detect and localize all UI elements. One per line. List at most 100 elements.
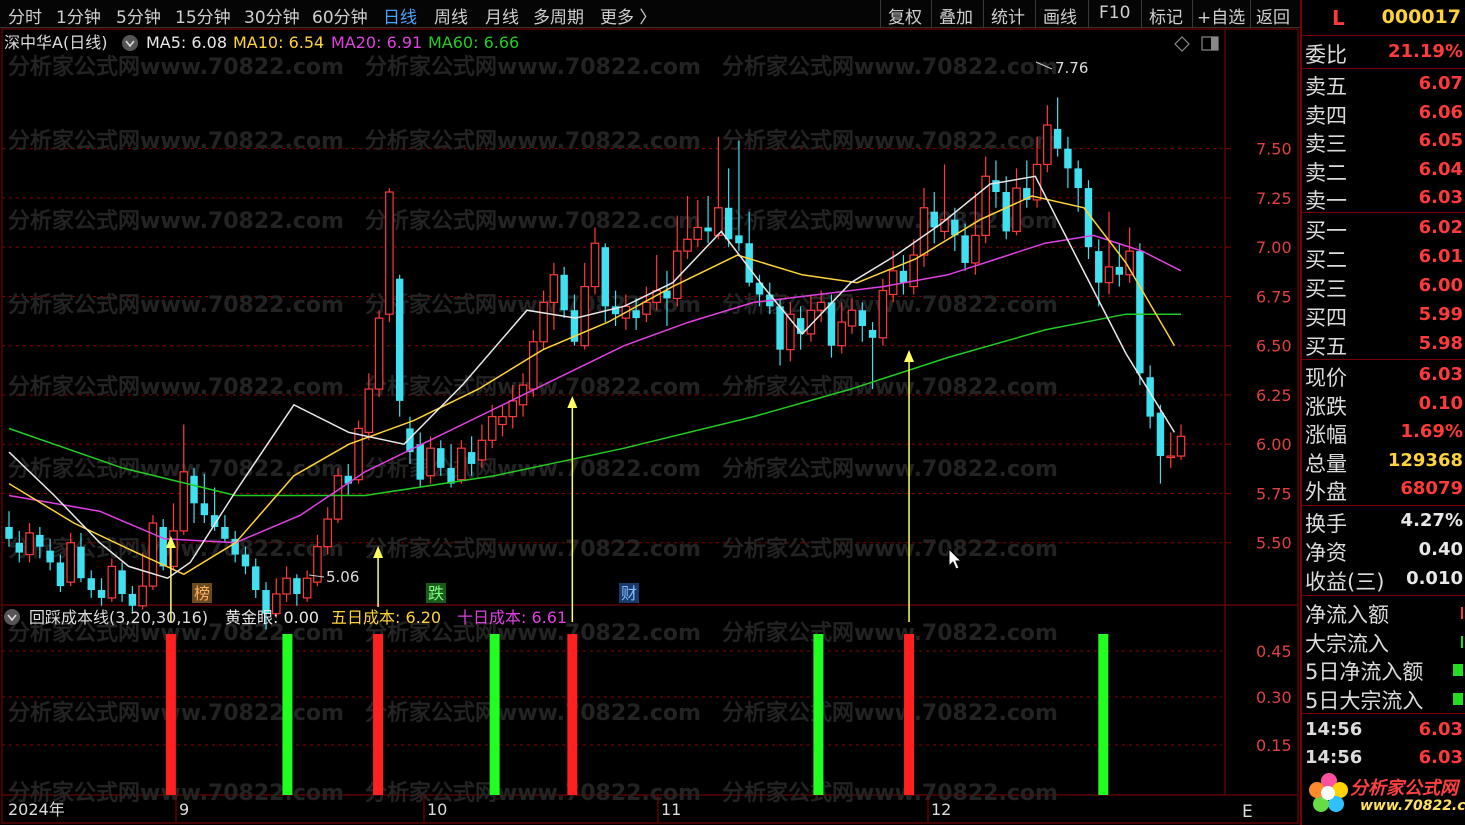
candle-body-down xyxy=(735,235,743,244)
candle-body-down xyxy=(1136,251,1144,374)
stat-label: 收益(三) xyxy=(1305,570,1385,594)
watermark-text: 分析家公式网www.70822.com xyxy=(8,128,344,154)
candle-body-down xyxy=(858,310,866,326)
candle-body-down xyxy=(776,306,784,350)
candle-body-down xyxy=(724,207,733,240)
candle-body-up xyxy=(25,532,34,556)
panel-divider xyxy=(1302,595,1465,596)
stat-row: 换手 4.27% xyxy=(1302,507,1465,536)
time-axis-oct: 10 xyxy=(427,800,447,819)
watermark-text: 分析家公式网www.70822.com xyxy=(365,536,701,562)
candle-body-down xyxy=(241,554,250,567)
candle-body-down xyxy=(395,278,404,401)
signal-bar xyxy=(813,634,824,795)
candle-body-up xyxy=(971,234,980,264)
candle-body-down xyxy=(252,566,260,591)
candle-body-up xyxy=(1032,163,1042,201)
candle-body-up xyxy=(66,542,75,583)
candle-body-down xyxy=(77,546,85,579)
candle-body-down xyxy=(1053,128,1062,149)
time-axis-dec: 12 xyxy=(931,800,951,819)
fund-flow-label: 大宗流入 xyxy=(1305,631,1389,656)
signal-bar xyxy=(567,634,578,795)
candle-body-up xyxy=(364,388,374,433)
buy-order-label: 买二 xyxy=(1305,248,1347,272)
fund-flow-bar xyxy=(1461,607,1463,619)
low-price-label: 5.06 xyxy=(326,568,359,586)
kline-chart[interactable]: 深中华A(日线) MA5: 6.08 MA10: 6.54 MA20: 6.91… xyxy=(0,0,1300,825)
tag-die[interactable]: 跌 xyxy=(426,583,446,603)
indicator-tick-label: 0.15 xyxy=(1256,736,1292,755)
candle-body-down xyxy=(1095,251,1103,283)
tag-cai[interactable]: 财 xyxy=(619,583,639,603)
signal-bar xyxy=(904,634,915,795)
tag-bang-text: 榜 xyxy=(194,584,210,603)
sell-order-row: 卖三 6.05 xyxy=(1302,127,1465,156)
panel-divider xyxy=(1302,68,1465,69)
watermark-text: 分析家公式网www.70822.com xyxy=(8,456,344,482)
indicator-tick-label: 0.30 xyxy=(1256,688,1292,707)
watermark-text: 分析家公式网www.70822.com xyxy=(8,208,344,234)
buy-order-label: 买三 xyxy=(1305,277,1347,301)
buy-order-value: 6.02 xyxy=(1418,217,1463,238)
quote-label: 外盘 xyxy=(1305,480,1347,505)
buy-order-label: 买四 xyxy=(1305,306,1347,330)
candle-body-up xyxy=(1176,435,1186,457)
candle-body-up xyxy=(302,577,312,599)
watermark-text: 分析家公式网www.70822.com xyxy=(722,536,1058,562)
quote-panel: L 000017 委比 21.19% 卖五 6.07 卖四 6.06 卖三 6.05 卖二 6… xyxy=(1300,0,1465,825)
watermark-text: 分析家公式网www.70822.com xyxy=(722,456,1058,482)
quote-value: 129368 xyxy=(1387,449,1463,471)
indicator-name: 回踩成本线(3,20,30,16) xyxy=(29,608,208,627)
sell-order-label: 卖三 xyxy=(1305,132,1347,157)
stat-row: 净资 0.40 xyxy=(1302,536,1465,565)
stat-label: 净资 xyxy=(1305,541,1347,565)
time-axis-nov: 11 xyxy=(661,800,681,819)
settings-dropdown-icon[interactable] xyxy=(122,35,138,51)
buy-order-value: 6.01 xyxy=(1418,246,1463,267)
time-axis-corner: E xyxy=(1242,802,1253,822)
watermark-text: 分析家公式网www.70822.com xyxy=(722,700,1058,726)
candle-body-up xyxy=(878,289,888,339)
candle-body-up xyxy=(323,518,333,548)
candle-body-down xyxy=(1002,192,1010,232)
indicator-dropdown-icon[interactable] xyxy=(4,609,20,625)
indicator-ten-day-cost: 十日成本: 6.61 xyxy=(457,608,567,627)
diamond-icon[interactable] xyxy=(1174,36,1190,52)
candle-body-down xyxy=(190,475,198,504)
watermark-text: 分析家公式网www.70822.com xyxy=(8,700,344,726)
candle-body-down xyxy=(97,590,106,598)
candle-body-up xyxy=(487,416,497,441)
candle-body-down xyxy=(437,448,445,468)
stock-code[interactable]: 000017 xyxy=(1382,6,1461,28)
watermark-text: 分析家公式网www.70822.com xyxy=(722,128,1058,154)
ma60-label: MA60: 6.66 xyxy=(428,33,519,52)
candle-body-up xyxy=(539,301,548,343)
candle-body-down xyxy=(5,526,13,539)
watermark-text: 分析家公式网www.70822.com xyxy=(722,374,1058,400)
tag-bang[interactable]: 榜 xyxy=(192,583,212,603)
price-tick-label: 7.00 xyxy=(1256,238,1292,257)
buy-order-value: 5.99 xyxy=(1418,304,1463,325)
buy-order-row: 买五 5.98 xyxy=(1302,330,1465,359)
stat-row: 收益(三) 0.010 xyxy=(1302,565,1465,594)
site-logo: 分析家公式网 www.70822.com xyxy=(1302,770,1465,825)
buy-order-row: 买三 6.00 xyxy=(1302,272,1465,301)
stat-label: 换手 xyxy=(1305,512,1347,536)
candle-body-up xyxy=(1166,455,1176,459)
candle-body-up xyxy=(354,427,363,481)
candle-body-up xyxy=(529,341,538,390)
quote-label: 涨跌 xyxy=(1305,394,1347,419)
candle-body-down xyxy=(118,570,126,594)
stock-chart-app: 分时 1分钟 5分钟 15分钟 30分钟 60分钟 日线 周线 月线 多周期 更… xyxy=(0,0,1465,825)
candle-body-up xyxy=(549,274,559,303)
candle-body-up xyxy=(333,475,343,520)
candle-body-up xyxy=(282,577,291,595)
watermark-text: 分析家公式网www.70822.com xyxy=(365,780,701,806)
panel-toggle-half xyxy=(1211,37,1218,50)
candle-body-up xyxy=(683,238,692,252)
candle-body-down xyxy=(1064,148,1072,169)
market-marker: L xyxy=(1332,6,1345,30)
indicator-tick-label: 0.45 xyxy=(1256,642,1292,661)
price-tick-label: 6.25 xyxy=(1256,386,1292,405)
